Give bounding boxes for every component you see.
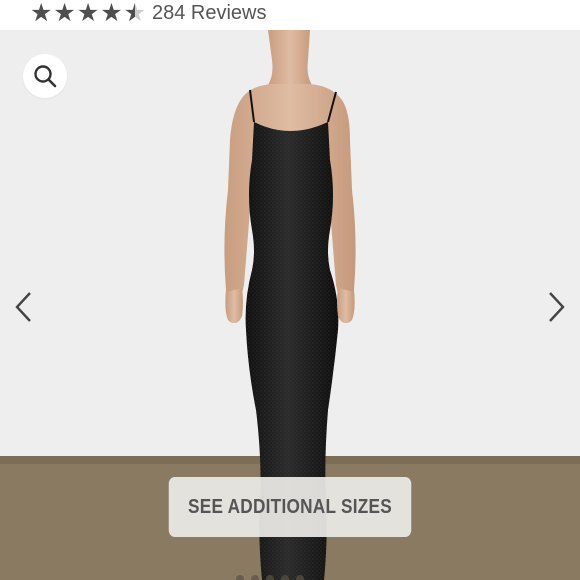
next-image-button[interactable] bbox=[544, 290, 568, 324]
review-count[interactable]: 284 Reviews bbox=[152, 1, 267, 25]
star-icon: ★ bbox=[76, 0, 100, 27]
see-additional-sizes-button[interactable]: SEE ADDITIONAL SIZES bbox=[168, 477, 412, 537]
chevron-right-icon bbox=[549, 292, 565, 322]
star-icon: ★ bbox=[53, 0, 76, 27]
star-icon: ★ bbox=[100, 0, 123, 27]
zoom-button[interactable] bbox=[23, 54, 67, 98]
slide-indicator bbox=[236, 575, 304, 580]
half-star-icon: ★ ★ bbox=[123, 0, 147, 27]
previous-image-button[interactable] bbox=[12, 290, 36, 324]
star-icon: ★ bbox=[30, 0, 53, 27]
search-icon bbox=[34, 65, 57, 88]
slide-dot[interactable] bbox=[251, 575, 259, 580]
slide-dot[interactable] bbox=[266, 575, 274, 580]
rating-stars: ★ ★ ★ ★ ★ ★ bbox=[30, 0, 147, 26]
slide-dot[interactable] bbox=[281, 575, 289, 580]
slide-dot[interactable] bbox=[296, 575, 304, 580]
reviews-bar[interactable]: ★ ★ ★ ★ ★ ★ 284 Reviews bbox=[0, 0, 580, 30]
chevron-left-icon bbox=[15, 292, 31, 322]
slide-dot[interactable] bbox=[236, 575, 244, 580]
